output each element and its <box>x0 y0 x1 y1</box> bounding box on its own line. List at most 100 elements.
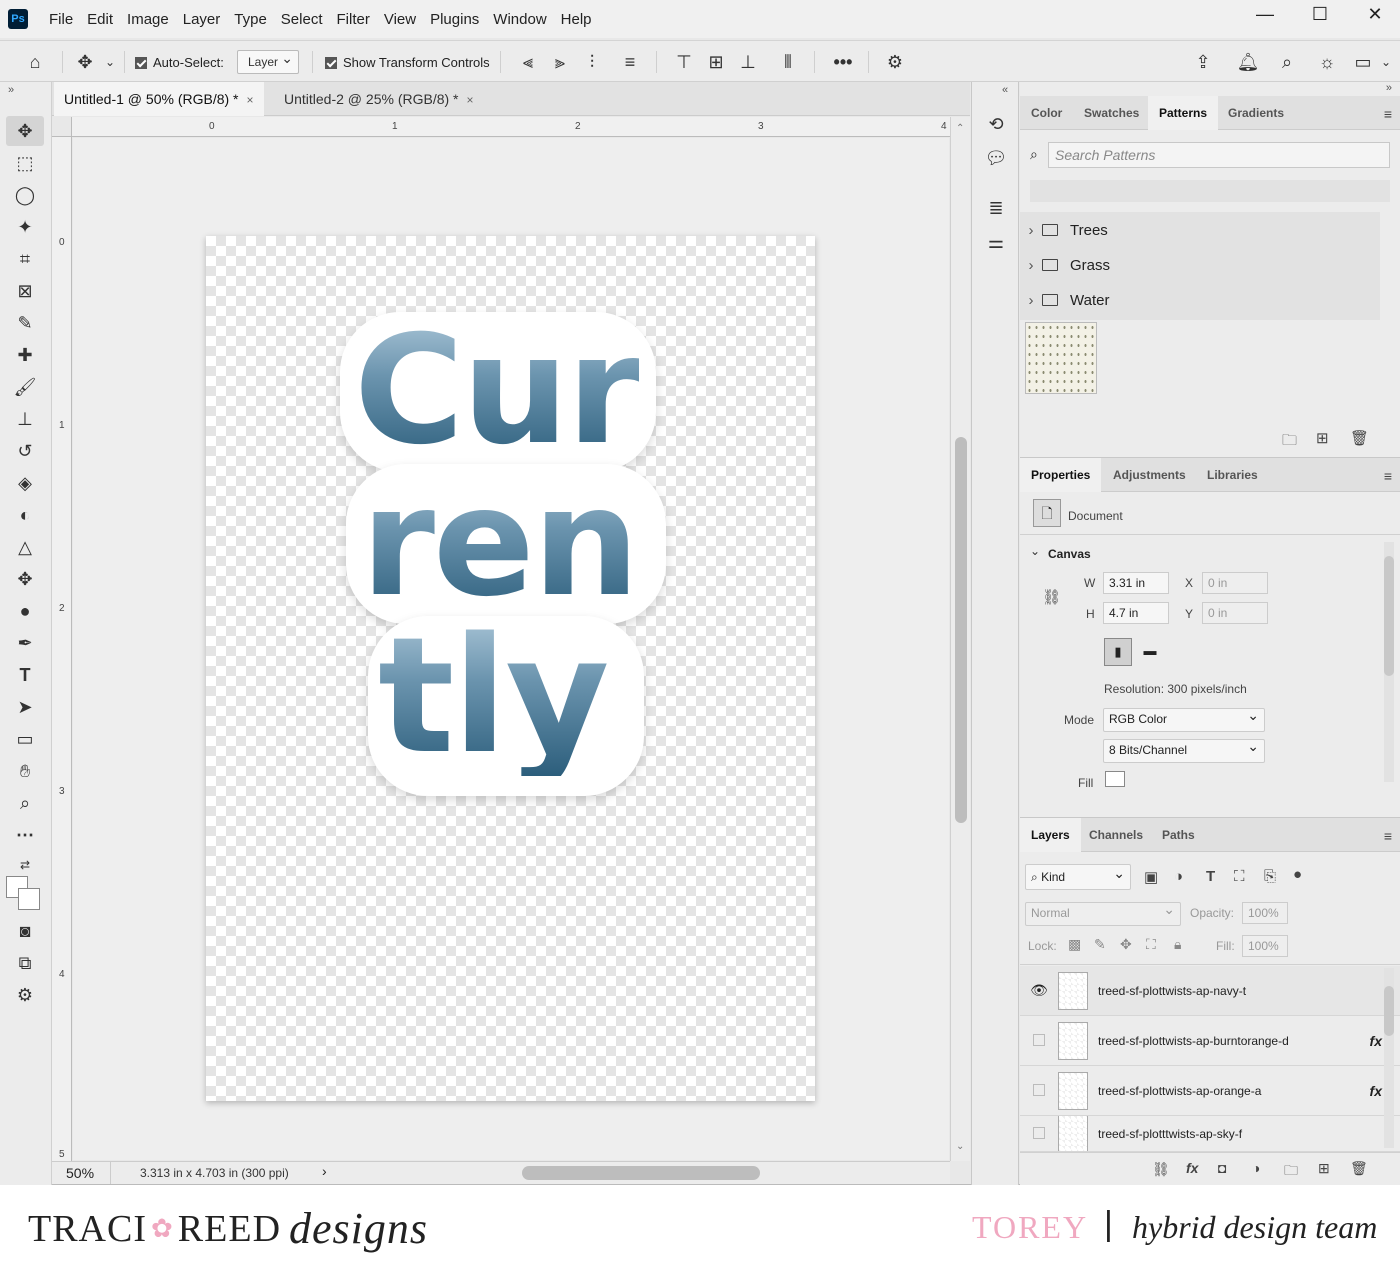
path-select-icon[interactable]: ➤ <box>6 692 44 722</box>
menu-view[interactable]: View <box>377 11 423 28</box>
panel-menu-icon[interactable]: ≡ <box>1384 106 1392 122</box>
auto-select-checkbox[interactable]: Auto-Select: <box>135 41 224 83</box>
stamp-tool-icon[interactable]: ⊥ <box>6 404 44 434</box>
smart-object-filter-icon[interactable]: ⎘ <box>1264 868 1276 885</box>
portrait-orientation-icon[interactable]: ▮ <box>1104 638 1132 666</box>
edit-toolbar-icon[interactable]: ⚙ <box>6 980 44 1010</box>
tab-patterns[interactable]: Patterns <box>1148 96 1219 130</box>
canvas-collapse-icon[interactable]: ⌄ <box>1030 544 1040 558</box>
mode-dropdown[interactable]: RGB Color <box>1103 705 1265 732</box>
lock-artboard-icon[interactable]: ⛶ <box>1146 936 1156 953</box>
delete-icon[interactable]: 🗑︎ <box>1350 429 1369 447</box>
y-field[interactable]: 0 in <box>1202 602 1268 624</box>
tab-libraries[interactable]: Libraries <box>1196 458 1269 492</box>
search-patterns-input[interactable]: Search Patterns <box>1048 142 1390 168</box>
paint-bucket-icon[interactable]: ◐ <box>6 500 44 530</box>
share-icon[interactable]: ⇪ <box>1188 41 1218 83</box>
hand-tool-icon[interactable]: ✋︎ <box>6 756 44 786</box>
brush-settings-icon[interactable]: ≣ <box>982 194 1010 222</box>
link-layers-icon[interactable]: ⛓︎ <box>1152 1161 1170 1178</box>
adjustments-panel-icon[interactable]: ⚌ <box>982 228 1010 256</box>
collapse-icon[interactable]: » <box>8 84 14 96</box>
sponge-tool-icon[interactable]: ● <box>6 596 44 626</box>
tab-untitled-2[interactable]: Untitled-2 @ 25% (RGB/8) * × <box>274 82 484 116</box>
panel-menu-icon[interactable]: ≡ <box>1384 828 1392 844</box>
history-brush-icon[interactable]: ↺ <box>6 436 44 466</box>
quick-mask-icon[interactable]: ◙ <box>6 916 44 946</box>
pattern-thumbnail[interactable] <box>1025 322 1097 394</box>
screen-mode-icon[interactable]: ⧉ <box>6 948 44 978</box>
panel-menu-icon[interactable]: ≡ <box>1384 468 1392 484</box>
new-group-folder-icon[interactable]: 🗀︎ <box>1282 430 1297 455</box>
crop-tool-icon[interactable]: ⌗ <box>6 244 44 274</box>
menu-image[interactable]: Image <box>120 11 176 28</box>
lock-position-icon[interactable]: ✥ <box>1120 936 1132 953</box>
menu-edit[interactable]: Edit <box>80 11 120 28</box>
tab-untitled-1[interactable]: Untitled-1 @ 50% (RGB/8) * × <box>54 82 264 116</box>
type-tool-icon[interactable]: T <box>6 660 44 690</box>
lock-transparent-icon[interactable]: ▩ <box>1068 936 1081 953</box>
menu-file[interactable]: File <box>42 11 80 28</box>
visibility-toggle[interactable] <box>1020 1033 1058 1049</box>
new-pattern-icon[interactable]: ⊞ <box>1316 429 1329 447</box>
close-window-button[interactable]: ✕ <box>1350 0 1400 30</box>
vertical-scrollbar[interactable]: ⌃ ⌄ <box>950 117 970 1161</box>
eraser-tool-icon[interactable]: ◈ <box>6 468 44 498</box>
new-layer-icon[interactable]: ⊞ <box>1318 1160 1330 1177</box>
x-field[interactable]: 0 in <box>1202 572 1268 594</box>
add-mask-icon[interactable]: ◘ <box>1218 1160 1226 1176</box>
tab-paths[interactable]: Paths <box>1151 818 1206 852</box>
align-left-icon[interactable]: ⫷ <box>514 41 542 83</box>
eyedropper-icon[interactable]: ✎ <box>6 308 44 338</box>
layer-name[interactable]: treed-sf-plottwists-ap-orange-a <box>1098 1084 1370 1098</box>
adjustment-filter-icon[interactable]: ◑ <box>1174 868 1183 885</box>
fill-color-swatch[interactable] <box>1105 771 1125 787</box>
width-field[interactable]: 3.31 in <box>1103 572 1169 594</box>
bell-icon[interactable]: 🔔︎ <box>1233 41 1263 83</box>
home-icon[interactable]: ⌂ <box>20 41 50 83</box>
distribute-icon[interactable]: ≡ <box>616 41 644 83</box>
lasso-tool-icon[interactable]: ◯ <box>6 180 44 210</box>
comments-panel-icon[interactable]: 💬︎ <box>982 144 1010 172</box>
layer-row[interactable]: treed-sf-plotttwists-ap-sky-f <box>1020 1116 1400 1152</box>
pattern-folder-trees[interactable]: › Trees <box>1020 213 1390 247</box>
zoom-level[interactable]: 50% <box>66 1165 94 1181</box>
menu-select[interactable]: Select <box>274 11 330 28</box>
canvas-area[interactable]: Cur ren tly <box>73 138 949 1160</box>
opacity-field[interactable]: 100% <box>1242 902 1288 924</box>
zoom-tool-icon[interactable]: ⌕ <box>6 788 44 818</box>
layer-name[interactable]: treed-sf-plotttwists-ap-sky-f <box>1098 1127 1382 1141</box>
add-style-icon[interactable]: fx <box>1186 1160 1198 1176</box>
expand-icon[interactable]: » <box>1386 82 1392 94</box>
link-icon[interactable]: ⛓︎ <box>1042 588 1061 606</box>
new-adjustment-icon[interactable]: ◑ <box>1252 1160 1260 1176</box>
visibility-toggle[interactable] <box>1020 1083 1058 1099</box>
tab-color[interactable]: Color <box>1020 96 1073 130</box>
blur-tool-icon[interactable]: △ <box>6 532 44 562</box>
discover-icon[interactable]: ☼ <box>1312 41 1342 83</box>
tab-adjustments[interactable]: Adjustments <box>1102 458 1197 492</box>
pen-tool-icon[interactable]: ✒ <box>6 628 44 658</box>
scroll-thumb[interactable] <box>955 437 967 823</box>
layer-row[interactable]: 👁︎ treed-sf-plottwists-ap-navy-t <box>1020 966 1400 1016</box>
filter-kind-dropdown[interactable]: ⌕ Kind <box>1025 861 1131 890</box>
fx-icon[interactable]: fx <box>1370 1033 1382 1049</box>
eye-icon[interactable]: 👁︎ <box>1020 982 1058 999</box>
healing-brush-icon[interactable]: ✚ <box>6 340 44 370</box>
shape-filter-icon[interactable]: ⛶ <box>1234 868 1245 885</box>
layer-name[interactable]: treed-sf-plottwists-ap-navy-t <box>1098 984 1382 998</box>
rectangle-tool-icon[interactable]: ▭ <box>6 724 44 754</box>
tab-swatches[interactable]: Swatches <box>1073 96 1150 130</box>
brush-tool-icon[interactable]: 🖌︎ <box>6 372 44 402</box>
align-center-icon[interactable]: ⫸ <box>546 41 574 83</box>
align-bottom-icon[interactable]: ⊥ <box>734 41 762 83</box>
magic-wand-icon[interactable]: ✦ <box>6 212 44 242</box>
blend-mode-dropdown[interactable]: Normal <box>1025 899 1181 926</box>
menu-type[interactable]: Type <box>227 11 274 28</box>
minimize-button[interactable]: — <box>1240 0 1290 30</box>
menu-plugins[interactable]: Plugins <box>423 11 486 28</box>
align-right-icon[interactable]: ⫶ <box>578 41 606 83</box>
maximize-button[interactable]: ☐ <box>1295 0 1345 30</box>
document-canvas[interactable]: Cur ren tly <box>206 236 815 1101</box>
frame-tool-icon[interactable]: ⊠ <box>6 276 44 306</box>
